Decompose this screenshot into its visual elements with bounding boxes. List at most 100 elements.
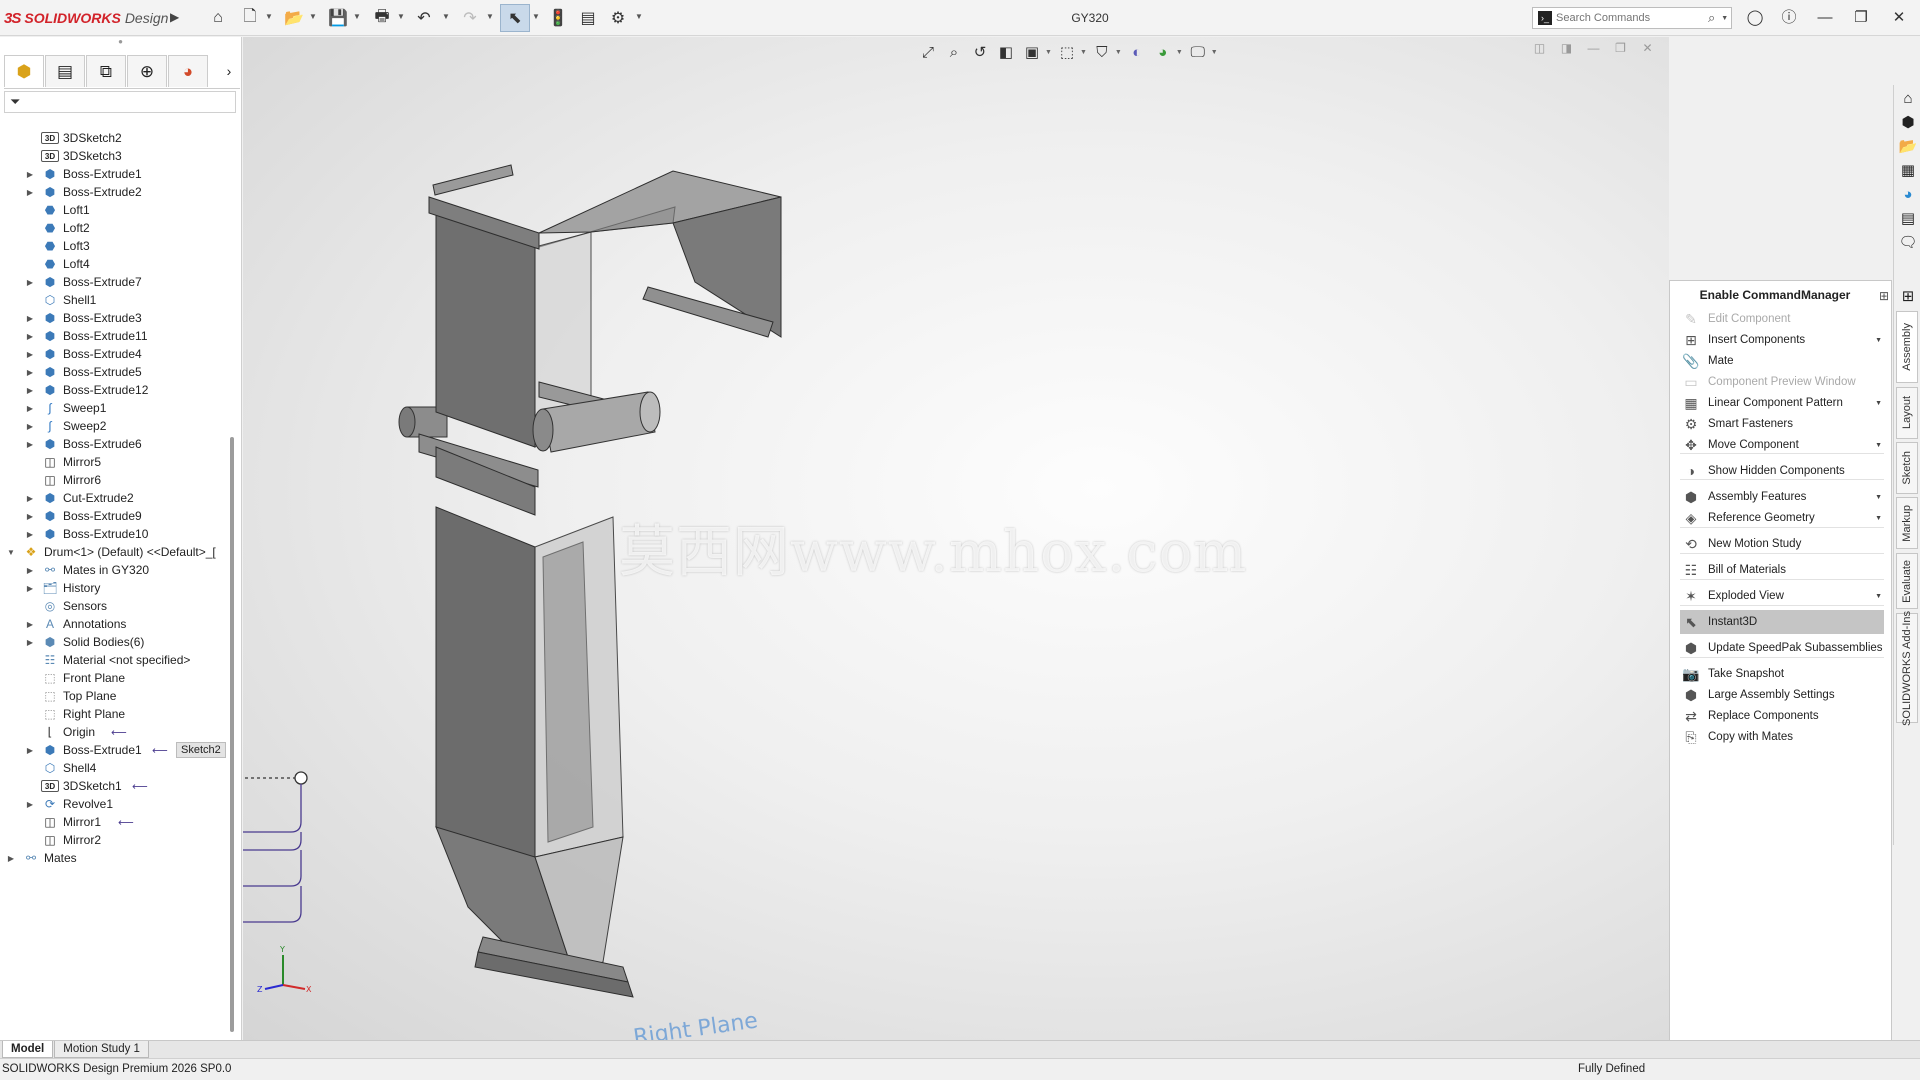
- command-dropdown-icon[interactable]: ▼: [1875, 494, 1882, 501]
- command-dropdown-icon[interactable]: ▼: [1875, 515, 1882, 522]
- tab-assembly[interactable]: Assembly: [1896, 311, 1918, 383]
- expand-arrow-icon[interactable]: ▶: [25, 746, 35, 755]
- viewport-minimize-icon[interactable]: —: [1580, 41, 1607, 55]
- edit-appearance-icon[interactable]: ◕: [1150, 40, 1176, 64]
- design-library-icon[interactable]: ⬢: [1897, 111, 1919, 133]
- search-dropdown-icon[interactable]: ▼: [1721, 15, 1728, 22]
- zoom-to-fit-icon[interactable]: ⤢: [915, 40, 941, 64]
- viewport-close-icon[interactable]: ✕: [1634, 41, 1661, 55]
- command-dropdown-icon[interactable]: ▼: [1875, 400, 1882, 407]
- display-style-dropdown-icon[interactable]: ▼: [1115, 49, 1122, 56]
- open-icon[interactable]: 📂: [282, 6, 306, 30]
- command-copy-with-mates[interactable]: ⎘ Copy with Mates: [1680, 725, 1884, 749]
- command-exploded-view[interactable]: ✶ Exploded View ▼: [1680, 584, 1884, 608]
- command-bill-of-materials[interactable]: ☷ Bill of Materials: [1680, 558, 1884, 582]
- expand-arrow-icon[interactable]: ▶: [25, 440, 35, 449]
- display-style-icon[interactable]: ⛉: [1089, 40, 1115, 64]
- expand-arrow-icon[interactable]: ▶: [25, 350, 35, 359]
- new-dropdown-icon[interactable]: ▼: [265, 12, 273, 21]
- view-dropdown-icon[interactable]: ▼: [1045, 49, 1052, 56]
- orientation-dropdown-icon[interactable]: ▼: [1080, 49, 1087, 56]
- command-instant3d[interactable]: ⬉ Instant3D: [1680, 610, 1884, 634]
- minimize-icon[interactable]: —: [1812, 6, 1838, 30]
- expand-arrow-icon[interactable]: ▶: [25, 422, 35, 431]
- expand-arrow-icon[interactable]: ▶: [25, 800, 35, 809]
- view-palette-icon[interactable]: ▦: [1897, 159, 1919, 181]
- search-input[interactable]: [1556, 12, 1706, 24]
- custom-properties-icon[interactable]: ▤: [1897, 207, 1919, 229]
- expand-arrow-icon[interactable]: ▶: [25, 638, 35, 647]
- expand-arrow-icon[interactable]: ▶: [25, 368, 35, 377]
- expand-arrow-icon[interactable]: ▶: [25, 566, 35, 575]
- expand-arrow-icon[interactable]: ▶: [6, 854, 16, 863]
- chevron-right-icon[interactable]: ›: [219, 55, 239, 87]
- open-dropdown-icon[interactable]: ▼: [309, 12, 317, 21]
- select-dropdown-icon[interactable]: ▼: [532, 12, 540, 21]
- expand-arrow-icon[interactable]: ▶: [25, 314, 35, 323]
- new-document-icon[interactable]: 🗋: [238, 6, 262, 30]
- expand-arrow-icon[interactable]: ▶: [25, 332, 35, 341]
- help-icon[interactable]: ⓘ: [1776, 6, 1802, 30]
- propertymanager-icon[interactable]: ▤: [45, 55, 85, 87]
- solidworks-logo[interactable]: 3S SOLIDWORKS Design: [4, 8, 168, 28]
- print-icon[interactable]: 🖶: [370, 6, 394, 30]
- tab-motion-study[interactable]: Motion Study 1: [54, 1041, 149, 1058]
- configurationmanager-icon[interactable]: ⧉: [86, 55, 126, 87]
- options-icon[interactable]: ⚙: [606, 6, 630, 30]
- expand-arrow-icon[interactable]: ▶: [25, 584, 35, 593]
- pin-icon[interactable]: ⊞: [1879, 289, 1889, 303]
- hide-show-items-icon[interactable]: ◐: [1124, 40, 1150, 64]
- settings-dropdown-icon[interactable]: ▼: [1211, 49, 1218, 56]
- viewport-tile-right-icon[interactable]: ◨: [1553, 41, 1580, 55]
- view-settings-icon[interactable]: 🖵: [1185, 40, 1211, 64]
- command-dropdown-icon[interactable]: ▼: [1875, 442, 1882, 449]
- tab-evaluate[interactable]: Evaluate: [1896, 553, 1918, 609]
- dynamic-annotation-icon[interactable]: ▣: [1019, 40, 1045, 64]
- expand-arrow-icon[interactable]: ▶: [25, 512, 35, 521]
- zoom-to-area-icon[interactable]: ⌕: [941, 40, 967, 64]
- expand-arrow-icon[interactable]: ▶: [25, 530, 35, 539]
- expand-arrow-icon[interactable]: ▶: [25, 278, 35, 287]
- menu-expand-arrow-icon[interactable]: ▶: [170, 10, 179, 24]
- undo-icon[interactable]: ↶: [412, 6, 436, 30]
- home-icon[interactable]: ⌂: [206, 6, 230, 30]
- command-move-component[interactable]: ✥ Move Component ▼: [1680, 433, 1884, 457]
- command-reference-geometry[interactable]: ◈ Reference Geometry ▼: [1680, 506, 1884, 530]
- solidworks-resources-icon[interactable]: ⌂: [1897, 87, 1919, 109]
- redo-icon[interactable]: ↷: [458, 6, 482, 30]
- cmd-pin-strip-icon[interactable]: ⊞: [1897, 285, 1919, 307]
- tree-item[interactable]: ▶ ⚯ Mates: [0, 847, 232, 869]
- previous-view-icon[interactable]: ↺: [967, 40, 993, 64]
- search-commands-box[interactable]: ›_ ⌕ ▼: [1532, 7, 1732, 29]
- command-dropdown-icon[interactable]: ▼: [1875, 337, 1882, 344]
- forum-icon[interactable]: 🗨: [1897, 231, 1919, 253]
- command-dropdown-icon[interactable]: ▼: [1875, 593, 1882, 600]
- command-new-motion-study[interactable]: ⟲ New Motion Study: [1680, 532, 1884, 556]
- featuremanager-tree-icon[interactable]: ⬢: [4, 55, 44, 87]
- section-view-icon[interactable]: ◧: [993, 40, 1019, 64]
- select-icon[interactable]: ⬉: [500, 4, 530, 32]
- rebuild-icon[interactable]: 🚦: [546, 6, 570, 30]
- filter-icon[interactable]: ⏷: [10, 94, 20, 110]
- viewport-restore-icon[interactable]: ❐: [1607, 41, 1634, 55]
- search-icon[interactable]: ⌕: [1708, 10, 1715, 26]
- viewport-tile-left-icon[interactable]: ◫: [1526, 41, 1553, 55]
- expand-arrow-icon[interactable]: ▶: [25, 188, 35, 197]
- print-dropdown-icon[interactable]: ▼: [397, 12, 405, 21]
- command-update-speedpak-subassemblies[interactable]: ⬢ Update SpeedPak Subassemblies: [1680, 636, 1884, 660]
- restore-icon[interactable]: ❐: [1848, 6, 1874, 30]
- dimxpertmanager-icon[interactable]: ⊕: [127, 55, 167, 87]
- user-account-icon[interactable]: ◯: [1742, 6, 1768, 30]
- tab-solidworks-add-ins[interactable]: SOLIDWORKS Add-Ins: [1896, 611, 1918, 725]
- expand-arrow-icon[interactable]: ▶: [25, 170, 35, 179]
- undo-dropdown-icon[interactable]: ▼: [442, 12, 450, 21]
- options-dropdown-icon[interactable]: ▼: [635, 12, 643, 21]
- displaymanager-icon[interactable]: ◕: [168, 55, 208, 87]
- tab-sketch[interactable]: Sketch: [1896, 442, 1918, 494]
- tree-scrollbar[interactable]: [230, 437, 234, 1032]
- appearance-dropdown-icon[interactable]: ▼: [1176, 49, 1183, 56]
- expand-arrow-icon[interactable]: ▶: [25, 620, 35, 629]
- tree-filter[interactable]: ⏷: [4, 91, 236, 113]
- expand-arrow-icon[interactable]: ▶: [25, 494, 35, 503]
- tab-model[interactable]: Model: [2, 1041, 54, 1058]
